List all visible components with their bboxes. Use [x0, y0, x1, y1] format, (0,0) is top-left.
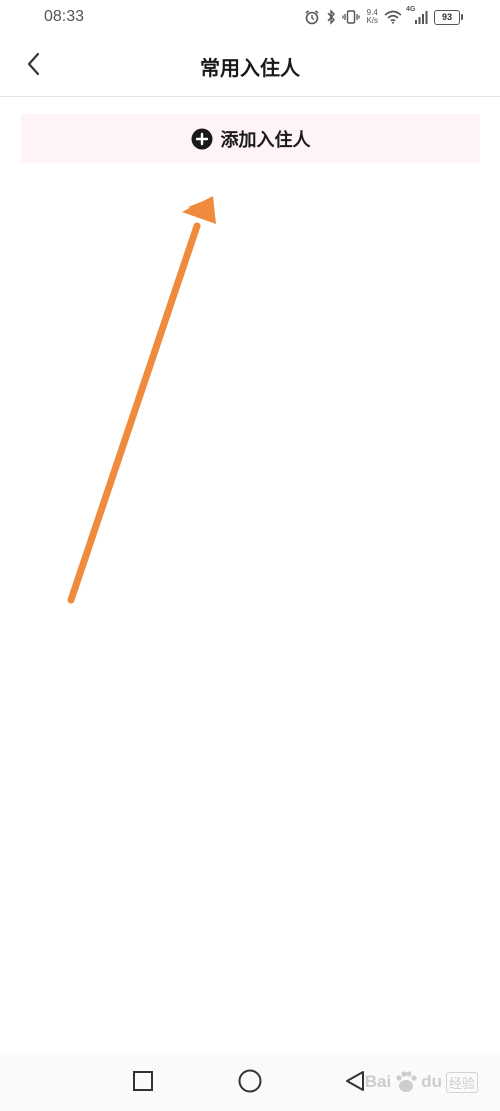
status-bar: 08:33 9.4 K/s 4G 93	[0, 0, 500, 36]
status-time: 08:33	[44, 8, 85, 25]
add-guest-label: 添加入住人	[220, 129, 311, 151]
annotation-arrow	[67, 196, 216, 604]
status-icons: 9.4 K/s 4G 93	[304, 6, 463, 28]
battery-level: 93	[441, 12, 452, 22]
wifi-icon	[384, 10, 402, 24]
alarm-icon	[304, 9, 320, 25]
battery-icon: 93	[434, 9, 463, 25]
baidu-watermark: Bai du 经验	[365, 1069, 478, 1095]
net-speed-unit: K/s	[366, 16, 378, 25]
header: 常用入住人	[0, 36, 500, 97]
recent-apps-icon	[132, 1070, 154, 1096]
navigation-bar: Bai du 经验	[0, 1055, 500, 1111]
plus-circle-icon	[191, 128, 213, 150]
watermark-text-1: Bai	[364, 1072, 392, 1091]
bluetooth-icon	[326, 9, 336, 25]
watermark-text-3: 经验	[445, 1071, 478, 1093]
recent-apps-button[interactable]	[129, 1069, 157, 1097]
home-button[interactable]	[236, 1069, 264, 1097]
back-icon	[343, 1069, 367, 1097]
page-title: 常用入住人	[200, 56, 300, 80]
watermark-text-2: du	[421, 1072, 442, 1091]
signal-icon: 4G	[406, 6, 428, 25]
home-icon	[237, 1068, 263, 1098]
paw-icon	[393, 1069, 419, 1095]
network-type: 4G	[406, 6, 416, 13]
vibrate-icon	[342, 9, 361, 25]
add-guest-button[interactable]: 添加入住人	[21, 114, 480, 163]
net-speed: 9.4 K/s	[366, 9, 378, 25]
